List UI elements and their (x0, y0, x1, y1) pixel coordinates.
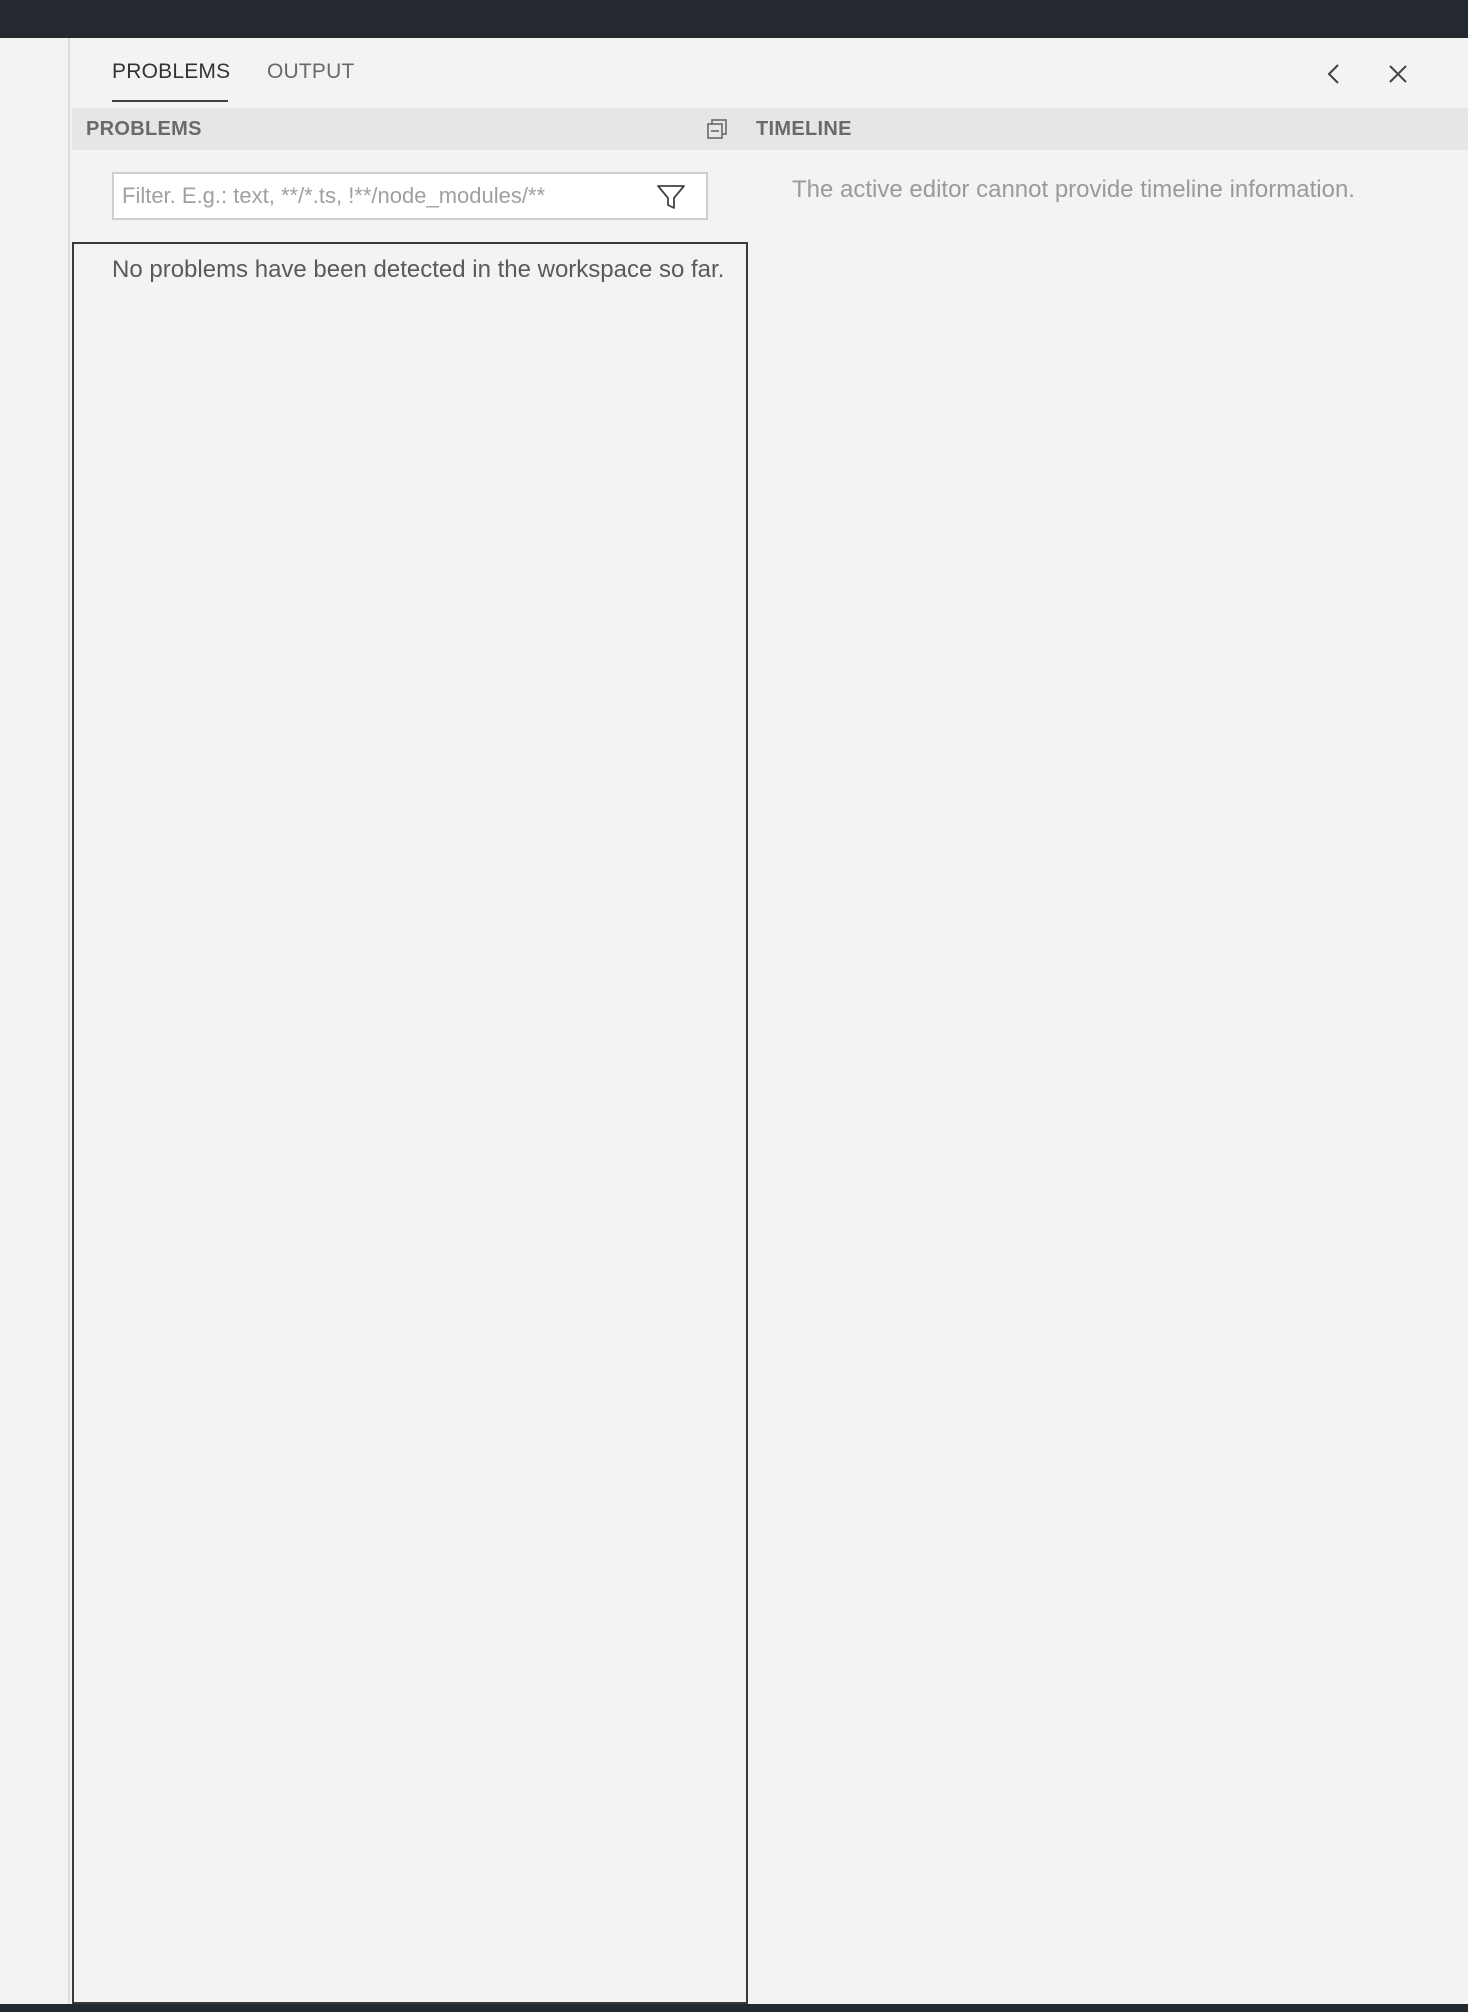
activity-bar (0, 38, 70, 2004)
timeline-message: The active editor cannot provide timelin… (792, 176, 1355, 203)
tab-output[interactable]: OUTPUT (267, 60, 359, 102)
filter-icon[interactable] (654, 182, 688, 212)
chevron-left-icon[interactable] (1316, 56, 1352, 92)
collapse-all-icon[interactable] (704, 116, 730, 142)
timeline-section-header[interactable]: TIMELINE (744, 108, 1468, 150)
filter-input[interactable] (122, 174, 642, 218)
problems-title: PROBLEMS (86, 117, 202, 140)
status-bar (0, 2004, 1468, 2012)
timeline-title: TIMELINE (756, 117, 852, 140)
panel-tab-bar: PROBLEMS OUTPUT (72, 38, 1468, 108)
tab-problems[interactable]: PROBLEMS (112, 60, 230, 102)
problems-list[interactable]: No problems have been detected in the wo… (72, 242, 748, 2004)
bottom-panel: PROBLEMS OUTPUT PROBLEMS TIMELINE Filter… (72, 38, 1468, 2004)
title-bar (0, 0, 1468, 38)
close-icon[interactable] (1380, 56, 1416, 92)
app-window: PROBLEMS OUTPUT PROBLEMS TIMELINE Filter… (0, 0, 1468, 2012)
problems-section-header[interactable]: PROBLEMS (72, 108, 744, 150)
problems-filter (112, 172, 708, 220)
empty-message: No problems have been detected in the wo… (112, 256, 725, 283)
